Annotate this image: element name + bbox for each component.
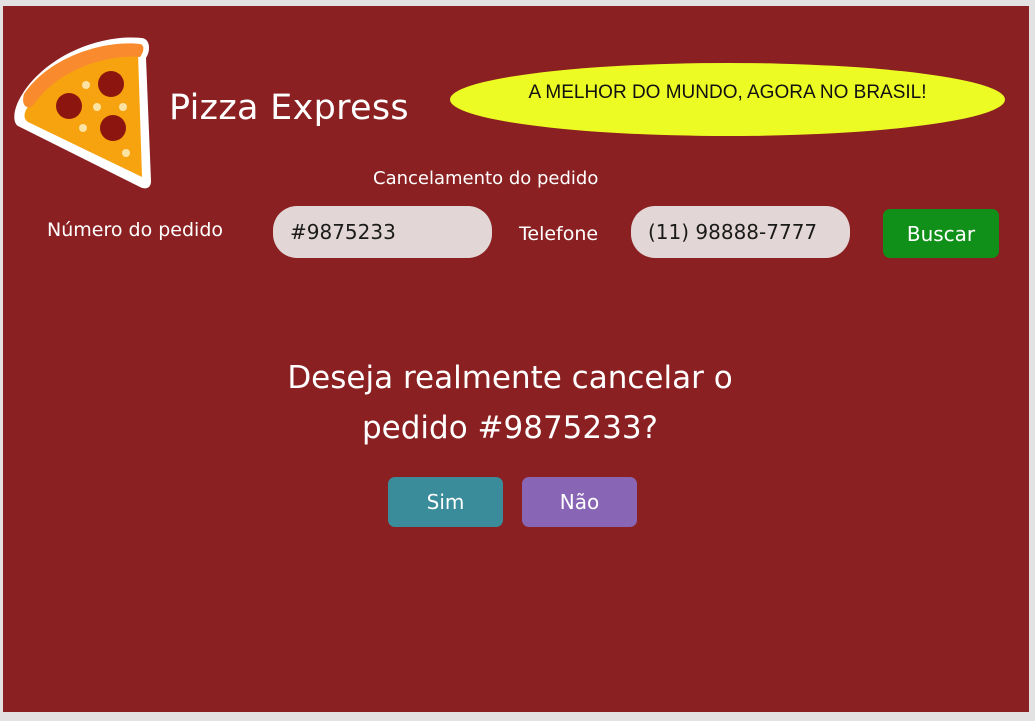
app-frame: Pizza Express A MELHOR DO MUNDO, AGORA N… bbox=[3, 6, 1029, 712]
search-button[interactable]: Buscar bbox=[883, 209, 999, 258]
order-number-label: Número do pedido bbox=[47, 219, 224, 241]
brand-title: Pizza Express bbox=[169, 88, 409, 128]
cancel-confirmation-question: Deseja realmente cancelar o pedido #9875… bbox=[210, 353, 810, 453]
question-line-1: Deseja realmente cancelar o bbox=[287, 360, 733, 396]
slogan-text: A MELHOR DO MUNDO, AGORA NO BRASIL! bbox=[528, 81, 927, 103]
slogan-banner: A MELHOR DO MUNDO, AGORA NO BRASIL! bbox=[450, 63, 1005, 136]
question-line-2: pedido #9875233? bbox=[361, 410, 659, 446]
confirm-no-button[interactable]: Não bbox=[522, 477, 637, 527]
phone-input[interactable] bbox=[631, 206, 850, 258]
form-title: Cancelamento do pedido bbox=[373, 168, 599, 189]
order-number-input[interactable] bbox=[273, 206, 492, 258]
pizza-slice-icon bbox=[14, 37, 152, 189]
confirm-yes-button[interactable]: Sim bbox=[388, 477, 503, 527]
phone-label: Telefone bbox=[519, 223, 599, 245]
